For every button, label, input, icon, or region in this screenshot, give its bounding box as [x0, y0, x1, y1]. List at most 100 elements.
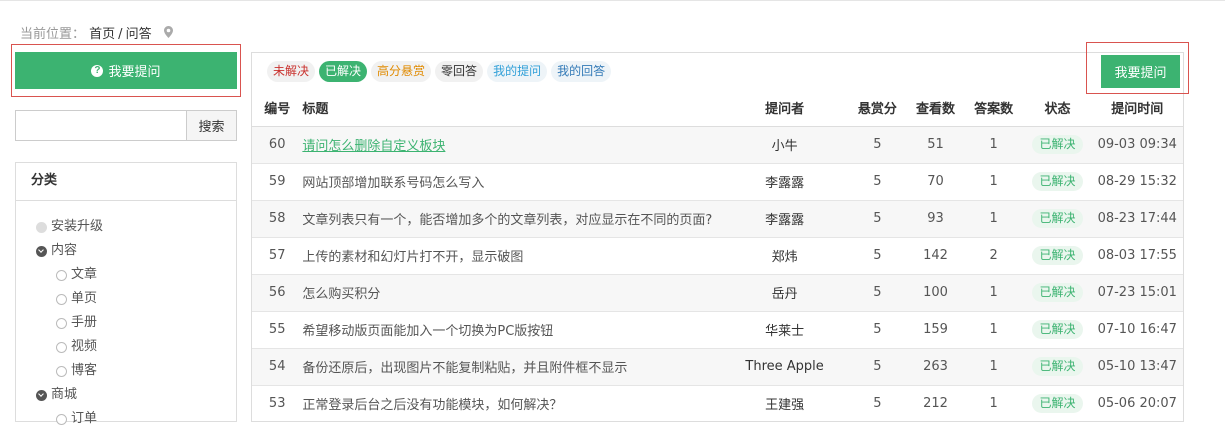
- table-header-row: 编号 标题 提问者 悬赏分 查看数 答案数 状态 提问时间: [252, 89, 1183, 127]
- category-label: 订单: [71, 411, 98, 426]
- table-row[interactable]: 60 请问怎么删除自定义板块 小牛 5 51 1 已解决 09-03 09:34: [252, 125, 1183, 163]
- category-list: 安装升级内容文章 单页手册视频博客商城订单: [16, 201, 236, 431]
- search-box: 搜索: [15, 110, 237, 141]
- cell-id: 58: [252, 199, 303, 237]
- category-item[interactable]: 单页: [16, 287, 236, 311]
- cell-reward: 5: [847, 273, 908, 311]
- cell-status: 已解决: [1023, 236, 1092, 274]
- category-label: 博客: [71, 363, 98, 378]
- search-button[interactable]: 搜索: [186, 110, 237, 141]
- cell-status: 已解决: [1023, 162, 1092, 200]
- cell-title: 正常登录后台之后没有功能模块，如何解决？: [302, 384, 722, 422]
- category-item[interactable]: 商城: [16, 383, 236, 407]
- breadcrumb-home-link[interactable]: 首页: [89, 27, 115, 42]
- cell-id: 59: [252, 162, 303, 200]
- question-title[interactable]: 怎么购买积分: [302, 287, 380, 302]
- cell-title: 怎么购买积分: [302, 273, 722, 311]
- cell-views: 263: [907, 347, 964, 385]
- cell-time: 07-23 15:01: [1091, 273, 1183, 311]
- cell-reward: 5: [847, 125, 908, 163]
- cell-title: 文章列表只有一个，能否增加多个的文章列表，对应显示在不同的页面?: [302, 199, 722, 237]
- breadcrumb-separator: /: [118, 27, 123, 42]
- category-label: 视频: [71, 339, 98, 354]
- cell-time: 08-23 17:44: [1091, 199, 1183, 237]
- category-item[interactable]: 安装升级: [16, 215, 236, 239]
- cell-title: 上传的素材和幻灯片打不开，显示破图: [302, 236, 722, 274]
- question-title-link[interactable]: 请问怎么删除自定义板块: [302, 139, 445, 154]
- table-row[interactable]: 56 怎么购买积分 岳丹 5 100 1 已解决 07-23 15:01: [252, 273, 1183, 311]
- cell-title: 备份还原后，出现图片不能复制粘贴，并且附件框不显示: [302, 347, 722, 385]
- search-input[interactable]: [15, 110, 186, 141]
- question-title[interactable]: 希望移动版页面能加入一个切换为PC版按钮: [302, 324, 553, 339]
- cell-asker: 华莱士: [721, 310, 848, 348]
- category-item[interactable]: 文章: [16, 263, 236, 287]
- filter-tag[interactable]: 零回答: [435, 61, 484, 82]
- cell-id: 57: [252, 236, 303, 274]
- header-id: 编号: [252, 89, 303, 127]
- category-label: 手册: [71, 315, 98, 330]
- category-title: 分类: [16, 163, 236, 201]
- cell-time: 05-06 20:07: [1091, 384, 1183, 422]
- breadcrumb-current[interactable]: 问答: [126, 27, 152, 42]
- cell-time: 09-03 09:34: [1091, 125, 1183, 163]
- table-row[interactable]: 54 备份还原后，出现图片不能复制粘贴，并且附件框不显示 Three Apple 5 2…: [252, 347, 1183, 385]
- cell-asker: 王建强: [721, 384, 848, 422]
- cell-time: 08-29 15:32: [1091, 162, 1183, 200]
- chevron-down-circle-icon: [36, 390, 47, 401]
- filter-tag[interactable]: 我的提问: [487, 61, 548, 82]
- header-views: 查看数: [907, 89, 964, 127]
- cell-views: 159: [907, 310, 964, 348]
- question-circle-icon: ?: [91, 64, 104, 77]
- circle-bullet-icon: [56, 342, 67, 353]
- table-row[interactable]: 58 文章列表只有一个，能否增加多个的文章列表，对应显示在不同的页面? 李露露 5 93…: [252, 199, 1183, 237]
- filter-tag[interactable]: 已解决: [319, 61, 368, 82]
- cell-reward: 5: [847, 236, 908, 274]
- cell-answers: 1: [963, 310, 1024, 348]
- category-item[interactable]: 订单: [16, 407, 236, 431]
- question-list-panel: 未解决 已解决 高分悬赏 零回答 我的提问 我的回答 我要提问 编号 标题 提问者 悬赏分…: [251, 42, 1189, 422]
- cell-id: 53: [252, 384, 303, 422]
- cell-answers: 1: [963, 384, 1024, 422]
- question-title[interactable]: 网站顶部增加联系号码怎么写入: [302, 176, 484, 191]
- question-title[interactable]: 正常登录后台之后没有功能模块，如何解决？: [302, 398, 562, 413]
- header-asker: 提问者: [721, 89, 848, 127]
- question-title[interactable]: 上传的素材和幻灯片打不开，显示破图: [302, 250, 523, 265]
- breadcrumb-label: 当前位置：: [20, 27, 86, 42]
- filter-tags: 未解决 已解决 高分悬赏 零回答 我的提问 我的回答: [267, 61, 612, 82]
- question-title[interactable]: 文章列表只有一个，能否增加多个的文章列表，对应显示在不同的页面?: [302, 213, 712, 228]
- cell-status: 已解决: [1023, 125, 1092, 163]
- cell-title: 希望移动版页面能加入一个切换为PC版按钮: [302, 310, 722, 348]
- filter-tag[interactable]: 高分悬赏: [371, 61, 432, 82]
- question-title[interactable]: 备份还原后，出现图片不能复制粘贴，并且附件框不显示: [302, 361, 627, 376]
- category-item[interactable]: 手册: [16, 311, 236, 335]
- category-item[interactable]: 内容: [16, 239, 236, 263]
- category-item[interactable]: 视频: [16, 335, 236, 359]
- table-row[interactable]: 53 正常登录后台之后没有功能模块，如何解决？ 王建强 5 212 1 已解决 05-06 2…: [252, 384, 1183, 422]
- status-badge: 已解决: [1032, 135, 1083, 154]
- cell-asker: 郑炜: [721, 236, 848, 274]
- cell-asker: 岳丹: [721, 273, 848, 311]
- header-answers: 答案数: [963, 89, 1024, 127]
- ask-question-button[interactable]: ? 我要提问: [15, 52, 237, 89]
- table-row[interactable]: 55 希望移动版页面能加入一个切换为PC版按钮 华莱士 5 159 1 已解决 07-10 1…: [252, 310, 1183, 348]
- category-label: 内容: [51, 243, 78, 258]
- status-badge: 已解决: [1032, 357, 1083, 376]
- cell-time: 07-10 16:47: [1091, 310, 1183, 348]
- table-row[interactable]: 57 上传的素材和幻灯片打不开，显示破图 郑炜 5 142 2 已解决 08-03 17:55: [252, 236, 1183, 274]
- category-item[interactable]: 博客: [16, 359, 236, 383]
- table-row[interactable]: 59 网站顶部增加联系号码怎么写入 李露露 5 70 1 已解决 08-29 15:32: [252, 162, 1183, 200]
- cell-title: 请问怎么删除自定义板块: [302, 125, 722, 163]
- cell-time: 05-10 13:47: [1091, 347, 1183, 385]
- cell-asker: 李露露: [721, 199, 848, 237]
- filter-tag[interactable]: 我的回答: [551, 61, 612, 82]
- status-badge: 已解决: [1032, 320, 1083, 339]
- category-label: 安装升级: [51, 219, 104, 234]
- cell-answers: 1: [963, 347, 1024, 385]
- cell-status: 已解决: [1023, 310, 1092, 348]
- cell-id: 54: [252, 347, 303, 385]
- category-panel: 分类 安装升级内容文章 单页手册视频博客商城订单: [15, 162, 237, 426]
- filter-tag[interactable]: 未解决: [267, 61, 316, 82]
- ask-question-button-right[interactable]: 我要提问: [1101, 55, 1180, 88]
- cell-status: 已解决: [1023, 199, 1092, 237]
- cell-asker: Three Apple: [721, 347, 848, 385]
